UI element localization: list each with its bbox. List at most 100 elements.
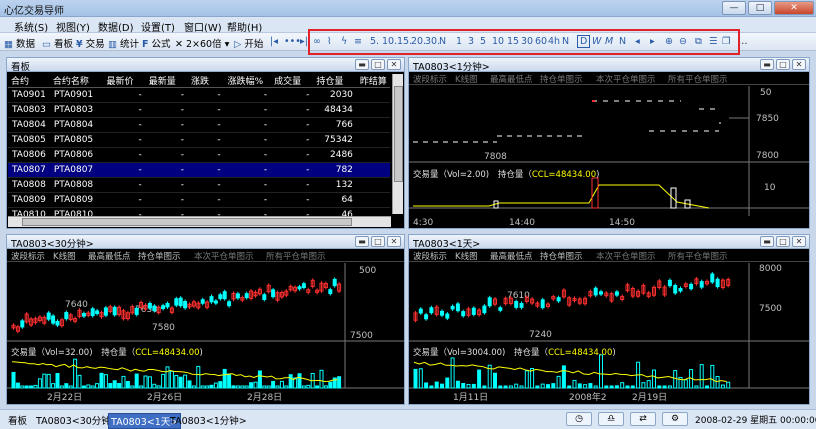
clock-icon[interactable]: ◷ [566,412,592,426]
tab-close-all[interactable]: 所有平仓单图示 [266,250,326,262]
volume-bar [218,381,223,389]
sync-icon[interactable]: ⇄ [630,412,656,426]
oi-line [413,184,710,209]
volume-bar [169,370,174,389]
trade-tool[interactable]: ¥ 交易 [76,36,105,50]
table-cell: - [187,87,225,103]
volume-bar [103,374,108,389]
tab-kline[interactable]: K线图 [455,73,478,85]
candle-body [227,301,232,307]
volume-bar [519,385,524,389]
tab-position[interactable]: 持仓单图示 [138,250,181,262]
table-row[interactable]: TA0804 PTA0804- - - - -766 [8,117,390,133]
tab-close-this[interactable]: 本次平仓单图示 [596,250,656,262]
layout-select[interactable]: ✕ 2×60倍 ▾ [175,36,229,50]
minimize-button[interactable]: — [722,1,746,15]
max-icon[interactable]: □ [776,59,790,70]
candle-body [200,299,205,304]
table-row[interactable]: TA0805 PTA0805- - - - -75342 [8,132,390,148]
col-header[interactable]: 最新量 [145,74,188,88]
col-header[interactable]: 持仓量 [313,74,357,88]
status-tab[interactable]: TA0803<30分钟> [36,413,119,427]
col-header[interactable]: 合约 [8,74,50,88]
tab-wave[interactable]: 波段标示 [413,73,447,85]
tab-wave[interactable]: 波段标示 [11,250,45,262]
tab-position[interactable]: 持仓单图示 [540,250,583,262]
table-cell: 132 [313,177,357,193]
table-header: 合约 合约名称 最新价 最新量 涨跌 涨跌幅% 成交量 持仓量 昨结算 [8,74,390,88]
col-header[interactable]: 涨跌幅% [224,74,272,88]
maximize-button[interactable]: □ [748,1,772,15]
volume-bar [482,385,487,389]
candle-body [471,307,476,315]
col-header[interactable]: 涨跌 [187,74,225,88]
col-header[interactable]: 最新价 [103,74,146,88]
h-scroll-thumb[interactable] [22,218,352,226]
volume-bar [275,385,280,389]
chevron-down-icon: ▾ [224,39,230,50]
candle-body [244,293,249,299]
start-button[interactable]: ▷ 开始 [234,36,263,50]
menu-data[interactable]: 数据(D) [98,19,134,34]
menu-view[interactable]: 视图(Y) [56,19,90,34]
scroll-thumb[interactable] [394,86,403,182]
formula-tool[interactable]: F 公式 [142,36,171,50]
vertical-scrollbar[interactable] [392,74,403,214]
tab-kline[interactable]: K线图 [455,250,478,262]
table-row[interactable]: TA0901 PTA0901- - - - -2030 [8,87,390,103]
tab-kline[interactable]: K线图 [53,250,76,262]
tab-close-this[interactable]: 本次平仓单图示 [596,73,656,85]
close-icon[interactable]: ✕ [387,59,401,70]
volume-bar [231,385,236,389]
min-icon[interactable]: ▬ [760,59,774,70]
col-header[interactable]: 成交量 [271,74,314,88]
min-icon[interactable]: ▬ [760,236,774,247]
table-row[interactable]: TA0809 PTA0809- - - - -64 [8,192,390,208]
close-button[interactable]: ✕ [774,1,814,15]
close-icon[interactable]: ✕ [792,59,806,70]
board-tool[interactable]: ▭ 看板 [42,36,73,50]
max-icon[interactable]: □ [371,236,385,247]
menu-settings[interactable]: 设置(T) [141,19,175,34]
status-tab[interactable]: 看板 [8,413,27,427]
status-tab[interactable]: TA0803<1分钟> [170,413,247,427]
data-tool[interactable]: ▦ 数据 [4,36,35,50]
col-header[interactable]: 合约名称 [49,74,104,88]
nav-last-icon[interactable]: ▸| [300,36,308,47]
volume-bar [81,385,86,389]
table-row[interactable]: TA0807 PTA0807- - - - -782 [8,162,390,178]
table-row[interactable]: TA0808 PTA0808- - - - -132 [8,177,390,193]
menu-system[interactable]: 系统(S) [14,19,48,34]
horizontal-scrollbar[interactable] [8,216,391,227]
volume-bar [24,385,29,389]
stats-tool[interactable]: ▥ 统计 [108,36,139,50]
dots-icon[interactable]: ••• [284,36,301,47]
volume-bar [715,375,720,389]
table-row[interactable]: TA0803 PTA0803- - - - -48434 [8,102,390,118]
close-icon[interactable]: ✕ [387,236,401,247]
tab-position[interactable]: 持仓单图示 [540,73,583,85]
tab-close-this[interactable]: 本次平仓单图示 [194,250,254,262]
tab-wave[interactable]: 波段标示 [413,250,447,262]
table-cell: TA0806 [8,147,50,163]
volume-bar [68,385,73,389]
close-icon[interactable]: ✕ [792,236,806,247]
max-icon[interactable]: □ [776,236,790,247]
col-header[interactable]: 昨结算 [356,74,390,88]
table-row[interactable]: TA0806 PTA0806- - - - -2486 [8,147,390,163]
tab-close-all[interactable]: 所有平仓单图示 [668,250,728,262]
candle-body [614,291,619,296]
tab-hilo[interactable]: 最高最低点 [490,250,533,262]
gear-icon[interactable]: ⚙ [662,412,688,426]
menu-window[interactable]: 窗口(W) [184,19,222,34]
max-icon[interactable]: □ [371,59,385,70]
min-icon[interactable]: ▬ [355,236,369,247]
balance-icon[interactable]: ♎ [598,412,624,426]
menu-help[interactable]: 帮助(H) [227,19,262,34]
tab-close-all[interactable]: 所有平仓单图示 [668,73,728,85]
tab-hilo[interactable]: 最高最低点 [88,250,131,262]
nav-first-icon[interactable]: |◂ [270,36,278,47]
tab-hilo[interactable]: 最高最低点 [490,73,533,85]
play-icon: ▷ [234,39,242,50]
min-icon[interactable]: ▬ [355,59,369,70]
